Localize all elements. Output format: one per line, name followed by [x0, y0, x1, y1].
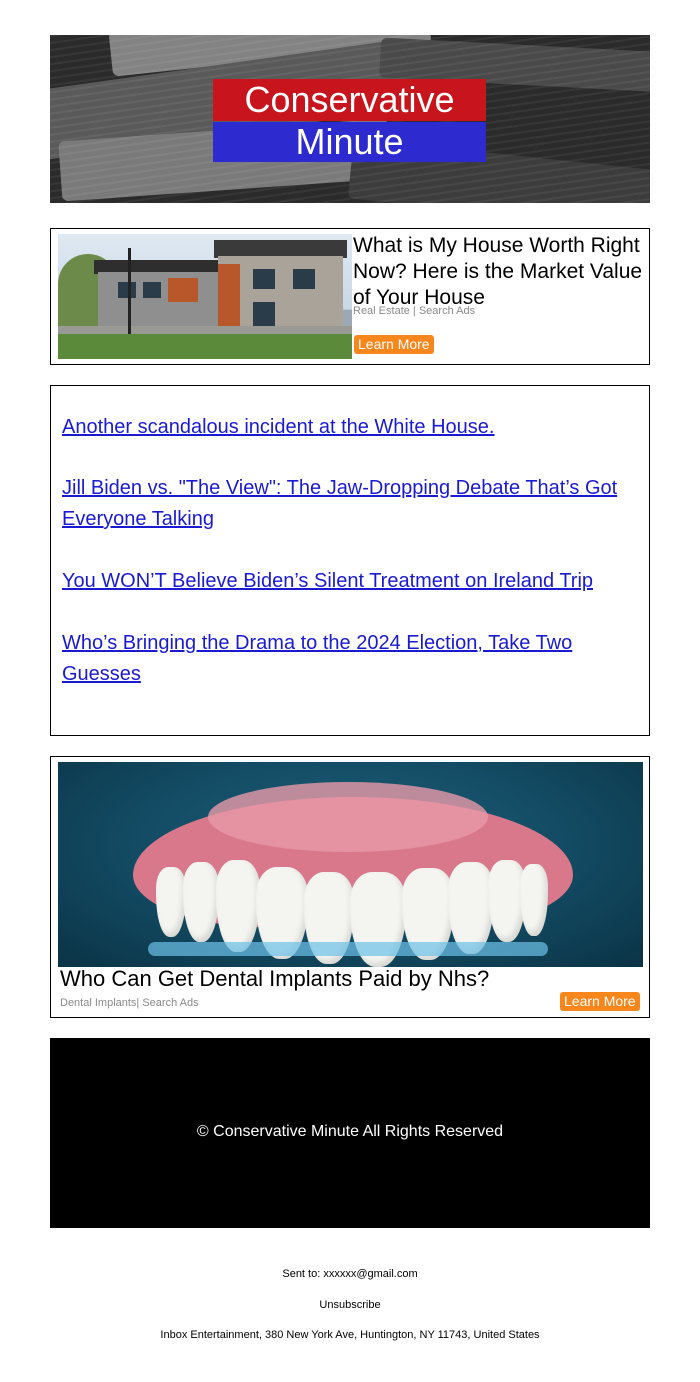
window [143, 282, 161, 298]
driveway [58, 326, 352, 334]
ad-dental-meta: Dental Implants| Search Ads [60, 997, 199, 1009]
mailing-address: Inbox Entertainment, 380 New York Ave, H… [160, 1329, 540, 1341]
copyright-text: © Conservative Minute All Rights Reserve… [196, 1123, 504, 1140]
tooth [156, 867, 186, 937]
logo-top-block[interactable]: Conservative [213, 79, 486, 121]
article-link[interactable]: Who’s Bringing the Drama to the 2024 Ele… [62, 628, 632, 690]
learn-more-button[interactable]: Learn More [354, 335, 434, 354]
ad-dental[interactable]: Who Can Get Dental Implants Paid by Nhs?… [50, 756, 650, 1018]
ad-house-meta: Real Estate | Search Ads [353, 305, 476, 317]
unsubscribe-link[interactable]: Unsubscribe [0, 1299, 700, 1311]
footer: © Conservative Minute All Rights Reserve… [50, 1038, 650, 1228]
sent-to-text: Sent to: xxxxxx@gmail.com [282, 1268, 418, 1280]
logo-line2: Minute [295, 121, 404, 162]
tooth [448, 862, 494, 954]
street-lamp [128, 248, 131, 334]
article-links-box: Another scandalous incident at the White… [50, 385, 650, 736]
window [118, 282, 136, 298]
tooth [216, 860, 260, 952]
denture-base [148, 942, 548, 956]
logo-bottom-block[interactable]: Minute [213, 122, 486, 162]
tooth [183, 862, 219, 942]
article-link[interactable]: Another scandalous incident at the White… [62, 412, 632, 443]
house-photo[interactable] [58, 234, 352, 359]
logo-line1: Conservative [244, 79, 455, 120]
article-link[interactable]: Jill Biden vs. "The View": The Jaw-Dropp… [62, 473, 632, 535]
header-banner: Conservative Minute [50, 35, 650, 203]
article-link[interactable]: You WON’T Believe Biden’s Silent Treatme… [62, 566, 632, 597]
gum-highlight [208, 782, 488, 852]
ad-house-title[interactable]: What is My House Worth Right Now? Here i… [353, 233, 647, 311]
house-accent [168, 278, 198, 302]
window [293, 269, 315, 289]
lawn [58, 334, 352, 359]
learn-more-button[interactable]: Learn More [560, 992, 640, 1011]
house-accent [218, 264, 240, 334]
window [253, 269, 275, 289]
tooth [520, 864, 548, 936]
ad-dental-title[interactable]: Who Can Get Dental Implants Paid by Nhs? [60, 966, 489, 992]
ad-house[interactable]: What is My House Worth Right Now? Here i… [50, 228, 650, 365]
dentures-photo[interactable] [58, 762, 643, 967]
